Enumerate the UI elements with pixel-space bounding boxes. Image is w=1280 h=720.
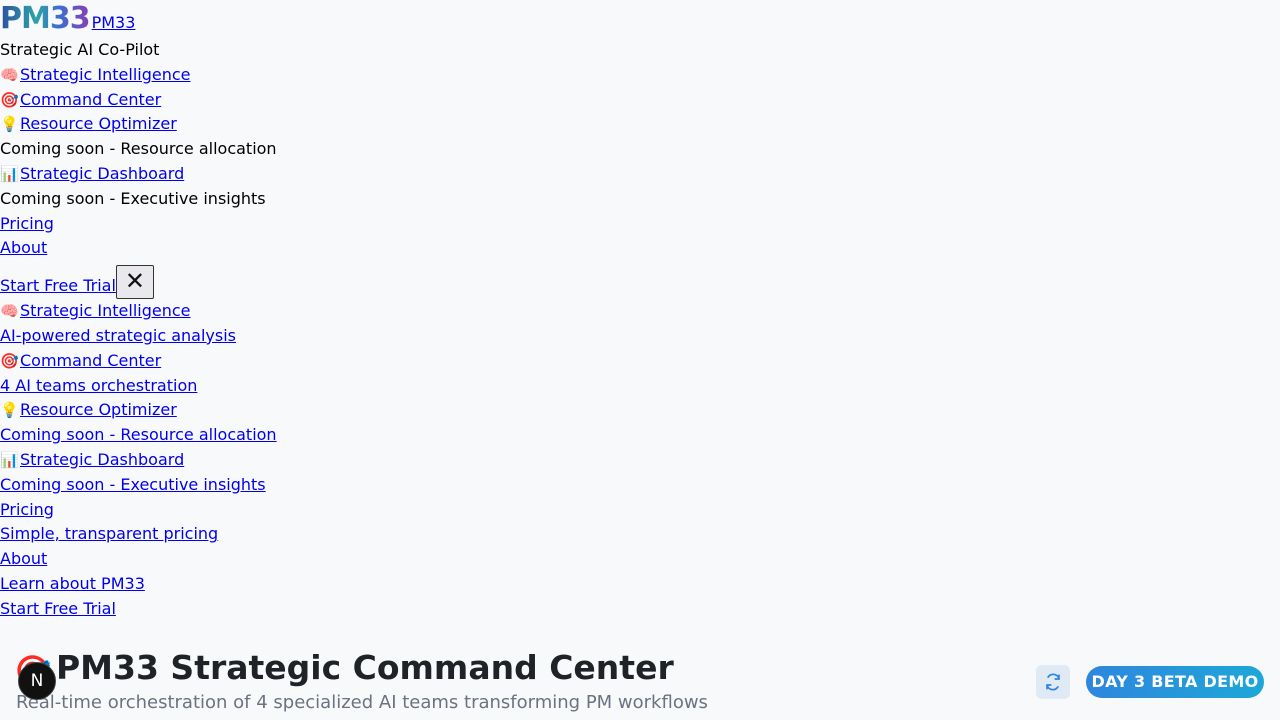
close-menu-button[interactable]: ✕ (115, 265, 154, 300)
mobile-nav-pricing[interactable]: Pricing (0, 500, 54, 519)
bar-chart-icon: 📊 (0, 164, 19, 183)
command-center-header: 🎯 PM33 Strategic Command Center Real-tim… (0, 640, 1280, 720)
nav-label: Command Center (20, 89, 162, 109)
nav-resource-optimizer[interactable]: 💡Resource Optimizer (0, 114, 177, 133)
mobile-nav-desc[interactable]: Coming soon - Resource allocation (0, 425, 277, 444)
brand-row: PM33 PM33 (0, 0, 1280, 38)
brand-link[interactable]: PM33 (92, 11, 136, 38)
nav-pricing[interactable]: Pricing (0, 214, 54, 233)
nav-label: Strategic Intelligence (20, 64, 191, 84)
start-free-trial-link[interactable]: Start Free Trial (0, 274, 116, 299)
nav-label: Resource Optimizer (20, 400, 177, 420)
nav-strategic-dashboard[interactable]: 📊Strategic Dashboard (0, 164, 184, 183)
close-icon: ✕ (124, 267, 145, 296)
lightbulb-icon: 💡 (0, 115, 19, 134)
mobile-nav-desc[interactable]: Coming soon - Executive insights (0, 475, 266, 494)
trial-row: Start Free Trial ✕ (0, 261, 1280, 300)
nav-note: Coming soon - Executive insights (0, 188, 266, 208)
lightbulb-icon: 💡 (0, 401, 19, 420)
mobile-nav-desc[interactable]: 4 AI teams orchestration (0, 376, 197, 395)
nav-strategic-intelligence[interactable]: 🧠Strategic Intelligence (0, 65, 191, 84)
nav-label: Strategic Dashboard (20, 449, 185, 469)
target-icon: 🎯 (0, 351, 19, 370)
mobile-menu: 🧠Strategic Intelligence AI-powered strat… (0, 299, 1280, 621)
nav-about[interactable]: About (0, 238, 47, 257)
nav-label: Command Center (20, 350, 162, 370)
brain-icon: 🧠 (0, 302, 19, 321)
refresh-button[interactable] (1036, 665, 1070, 699)
nav-label: Strategic Dashboard (20, 163, 185, 183)
page-title: PM33 Strategic Command Center (56, 648, 674, 687)
mobile-nav-resource-optimizer[interactable]: 💡Resource Optimizer (0, 400, 177, 419)
mobile-nav-desc[interactable]: Learn about PM33 (0, 574, 145, 593)
mobile-nav-desc[interactable]: Simple, transparent pricing (0, 524, 218, 543)
mobile-start-free-trial-link[interactable]: Start Free Trial (0, 599, 116, 618)
pm33-logo: PM33 (0, 1, 91, 36)
page-subtitle: Real-time orchestration of 4 specialized… (16, 692, 708, 713)
nav-label: Resource Optimizer (20, 114, 177, 134)
nav-command-center[interactable]: 🎯Command Center (0, 90, 161, 109)
mobile-nav-desc[interactable]: AI-powered strategic analysis (0, 326, 236, 345)
nav-label: Strategic Intelligence (20, 301, 191, 321)
mobile-nav-strategic-dashboard[interactable]: 📊Strategic Dashboard (0, 450, 184, 469)
mobile-nav-command-center[interactable]: 🎯Command Center (0, 351, 161, 370)
dev-indicator-button[interactable]: N (18, 662, 56, 700)
mobile-nav-strategic-intelligence[interactable]: 🧠Strategic Intelligence (0, 301, 191, 320)
nav-note: Coming soon - Resource allocation (0, 139, 277, 159)
mobile-nav-about[interactable]: About (0, 549, 47, 568)
brand-tagline: Strategic AI Co-Pilot (0, 40, 160, 59)
refresh-icon (1046, 673, 1060, 691)
top-navigation: PM33 PM33 Strategic AI Co-Pilot 🧠Strateg… (0, 0, 1280, 300)
target-icon: 🎯 (0, 90, 19, 109)
bar-chart-icon: 📊 (0, 450, 19, 469)
brain-icon: 🧠 (0, 65, 19, 84)
beta-demo-badge: DAY 3 BETA DEMO (1086, 666, 1264, 698)
